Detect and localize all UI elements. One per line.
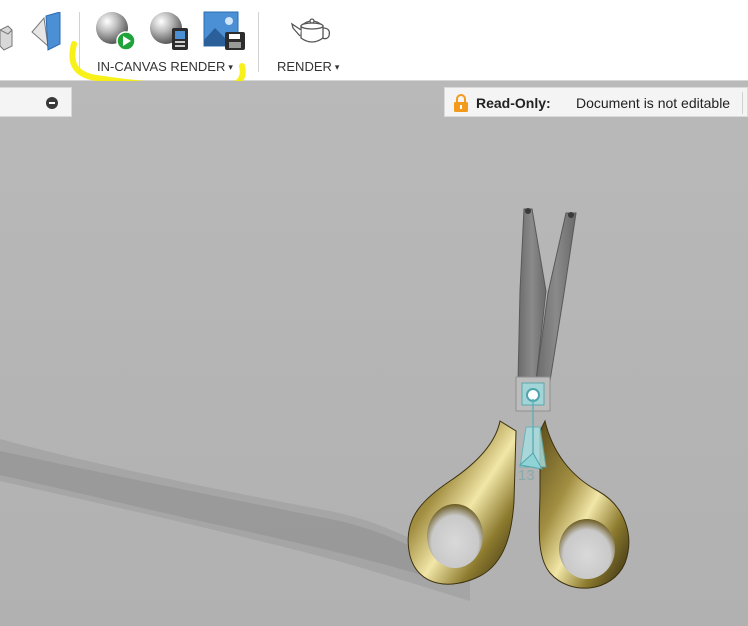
start-in-canvas-render-icon[interactable] <box>94 10 138 52</box>
toolbar-divider <box>258 12 259 72</box>
read-only-message: Document is not editable <box>576 95 731 111</box>
read-only-label: Read-Only: <box>476 95 551 111</box>
chevron-down-icon: ▾ <box>334 62 340 72</box>
lock-icon <box>454 94 468 112</box>
minus-circle-icon[interactable] <box>46 97 58 109</box>
dimension-label: 13 <box>518 467 535 484</box>
appearance-icon[interactable] <box>28 12 64 52</box>
box-view-icon[interactable] <box>0 22 14 52</box>
read-only-banner: Read-Only: Document is not editable <box>444 87 748 117</box>
render-teapot-icon[interactable] <box>289 14 335 48</box>
toolbar: IN-CANVAS RENDER ▾ RENDER ▾ <box>0 0 748 90</box>
viewport-canvas[interactable]: 13 Read-Only: Document is not editable <box>0 81 748 626</box>
in-canvas-render-menu[interactable]: IN-CANVAS RENDER ▾ <box>97 59 233 74</box>
browser-panel-header <box>0 87 72 117</box>
capture-image-icon[interactable] <box>203 10 247 52</box>
toolbar-divider <box>79 12 80 72</box>
in-canvas-render-settings-icon[interactable] <box>148 10 192 52</box>
in-canvas-render-label: IN-CANVAS RENDER <box>97 59 226 74</box>
chevron-down-icon: ▾ <box>228 62 233 72</box>
scissors-model[interactable] <box>400 203 640 603</box>
render-menu[interactable]: RENDER ▾ <box>277 59 339 74</box>
banner-divider <box>742 92 743 114</box>
render-label: RENDER <box>277 59 332 74</box>
